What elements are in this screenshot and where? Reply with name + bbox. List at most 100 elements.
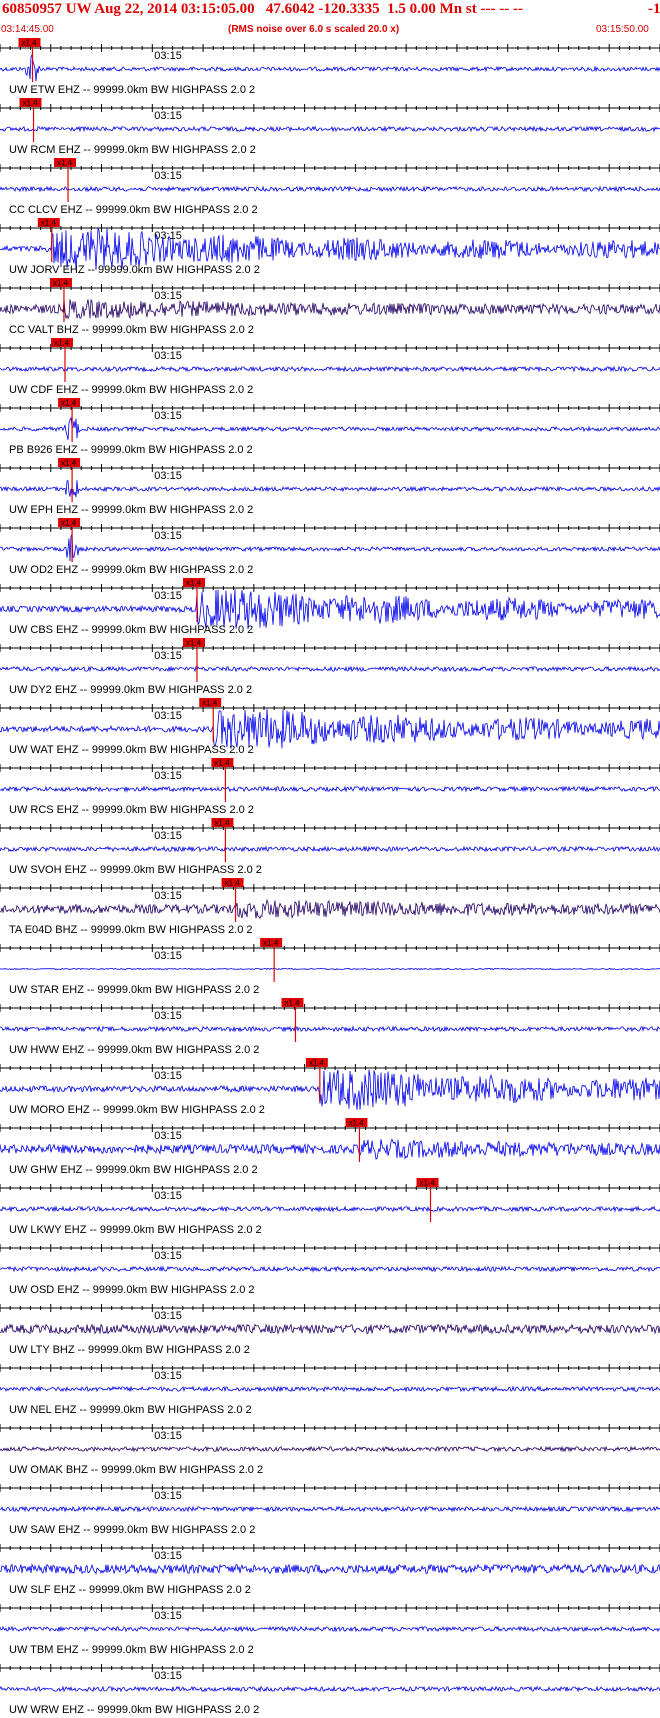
tick-label: 03:15	[154, 770, 182, 782]
trace-row: 03:15 UW RCS EHZ -- 99999.0km BW HIGHPASS…	[0, 758, 660, 816]
waveform	[0, 480, 660, 498]
waveform	[0, 1445, 660, 1453]
waveform	[0, 665, 660, 673]
pick-label: x1.4	[21, 39, 37, 48]
tick-label: 03:15	[154, 1310, 182, 1322]
tick-label: 03:15	[154, 1430, 182, 1442]
trace-row: 03:15 UW DY2 EHZ -- 99999.0km BW HIGHPASS…	[0, 638, 660, 696]
trace-row: 03:15 UW SAW EHZ -- 99999.0km BW HIGHPASS…	[0, 1484, 660, 1536]
trace-label: UW OSD EHZ -- 99999.0km BW HIGHPASS 2.0 …	[9, 1284, 255, 1296]
waveform	[0, 125, 660, 133]
waveform	[0, 1323, 660, 1335]
trace-row: 03:15 UW GHW EHZ -- 99999.0km BW HIGHPASS…	[0, 1118, 660, 1176]
waveform	[0, 845, 660, 853]
tick-label: 03:15	[154, 170, 182, 182]
trace-row: 03:15 UW ETW EHZ -- 99999.0km BW HIGHPASS…	[0, 38, 660, 96]
trace-label: UW LTY BHZ -- 99999.0km BW HIGHPASS 2.0 …	[9, 1344, 250, 1356]
trace-label: UW SVOH EHZ -- 99999.0km BW HIGHPASS 2.0…	[9, 864, 262, 876]
tick-label: 03:15	[154, 1070, 182, 1082]
trace-row: 03:15 UW NEL EHZ -- 99999.0km BW HIGHPASS…	[0, 1364, 660, 1416]
waveform	[0, 1625, 660, 1633]
waveform	[0, 365, 660, 373]
plot-header: 60850957 UW Aug 22, 2014 03:15:05.00 47.…	[0, 0, 660, 40]
trace-row: 03:15 CC VALT BHZ -- 99999.0km BW HIGHPAS…	[0, 278, 660, 336]
trace-label: UW WRW EHZ -- 99999.0km BW HIGHPASS 2.0 …	[9, 1704, 259, 1716]
pick-label: x1.4	[420, 1179, 436, 1188]
pick-label: x1.4	[348, 1119, 364, 1128]
trace-label: UW OD2 EHZ -- 99999.0km BW HIGHPASS 2.0 …	[9, 564, 253, 576]
trace-row: 03:15 UW LTY BHZ -- 99999.0km BW HIGHPASS…	[0, 1304, 660, 1356]
tick-label: 03:15	[154, 1550, 182, 1562]
waveform	[0, 1265, 660, 1273]
tick-label: 03:15	[154, 1490, 182, 1502]
waveform	[0, 53, 660, 82]
tick-label: 03:15	[154, 350, 182, 362]
tick-label: 03:15	[154, 530, 182, 542]
pick-label: x1.4	[23, 99, 39, 108]
trace-row: 03:15 UW CBS EHZ -- 99999.0km BW HIGHPASS…	[0, 578, 660, 636]
tick-label: 03:15	[154, 470, 182, 482]
trace-label: UW WAT EHZ -- 99999.0km BW HIGHPASS 2.0 …	[9, 744, 254, 756]
trace-label: UW SLF EHZ -- 99999.0km BW HIGHPASS 2.0 …	[9, 1584, 251, 1596]
trace-label: UW TBM EHZ -- 99999.0km BW HIGHPASS 2.0 …	[9, 1644, 254, 1656]
trace-label: UW STAR EHZ -- 99999.0km BW HIGHPASS 2.0…	[9, 984, 259, 996]
trace-row: 03:15 UW WRW EHZ -- 99999.0km BW HIGHPASS…	[0, 1664, 660, 1716]
trace-label: UW CBS EHZ -- 99999.0km BW HIGHPASS 2.0 …	[9, 624, 253, 636]
tick-label: 03:15	[154, 1010, 182, 1022]
pick-label: x1.4	[284, 999, 300, 1008]
pick-label: x1.4	[263, 939, 279, 948]
trace-label: UW EPH EHZ -- 99999.0km BW HIGHPASS 2.0 …	[9, 504, 253, 516]
pick-label: x1.4	[309, 1059, 325, 1068]
trace-label: UW NEL EHZ -- 99999.0km BW HIGHPASS 2.0 …	[9, 1404, 252, 1416]
trace-row: 03:15 UW CDF EHZ -- 99999.0km BW HIGHPASS…	[0, 338, 660, 396]
tick-label: 03:15	[154, 1130, 182, 1142]
trace-row: 03:15UW JORV EHZ -- 99999.0km BW HIGHPAS…	[0, 218, 660, 276]
pick-label: x1.4	[41, 219, 57, 228]
trace-label: PB B926 EHZ -- 99999.0km BW HIGHPASS 2.0…	[9, 444, 253, 456]
trace-row: 03:15 CC CLCV EHZ -- 99999.0km BW HIGHPAS…	[0, 158, 660, 216]
trace-row: 03:15 UW TBM EHZ -- 99999.0km BW HIGHPASS…	[0, 1604, 660, 1656]
pick-label: x1.4	[225, 879, 241, 888]
pick-label: x1.4	[57, 159, 73, 168]
waveform	[0, 532, 660, 562]
sequence-number: -1	[648, 1, 660, 17]
tick-label: 03:15	[154, 710, 182, 722]
tick-label: 03:15	[154, 1370, 182, 1382]
tick-label: 03:15	[154, 1610, 182, 1622]
trace-label: UW GHW EHZ -- 99999.0km BW HIGHPASS 2.0 …	[9, 1164, 258, 1176]
trace-row: 03:15 UW OD2 EHZ -- 99999.0km BW HIGHPASS…	[0, 518, 660, 576]
waveform	[0, 1025, 660, 1033]
trace-label: UW MORO EHZ -- 99999.0km BW HIGHPASS 2.0…	[9, 1104, 265, 1116]
trace-label: UW RCM EHZ -- 99999.0km BW HIGHPASS 2.0 …	[9, 144, 256, 156]
waveform	[0, 185, 660, 193]
waveform	[0, 785, 660, 793]
waveform	[0, 1685, 660, 1693]
tick-label: 03:15	[154, 290, 182, 302]
trace-label: UW SAW EHZ -- 99999.0km BW HIGHPASS 2.0 …	[9, 1524, 255, 1536]
trace-label: CC VALT BHZ -- 99999.0km BW HIGHPASS 2.0…	[9, 324, 254, 336]
tick-label: 03:15	[154, 650, 182, 662]
trace-label: UW ETW EHZ -- 99999.0km BW HIGHPASS 2.0 …	[9, 84, 255, 96]
trace-row: 03:15 UW HWW EHZ -- 99999.0km BW HIGHPASS…	[0, 998, 660, 1056]
tick-label: 03:15	[154, 110, 182, 122]
start-time: 03:14:45.00	[1, 24, 54, 35]
tick-label: 03:15	[154, 830, 182, 842]
tick-label: 03:15	[154, 1670, 182, 1682]
trace-row: 03:15 UW OSD EHZ -- 99999.0km BW HIGHPASS…	[0, 1244, 660, 1296]
trace-row: 03:15 PB B926 EHZ -- 99999.0km BW HIGHPAS…	[0, 398, 660, 456]
seismogram-plot: 03:15 UW ETW EHZ -- 99999.0km BW HIGHPASS…	[0, 38, 660, 1716]
trace-label: UW RCS EHZ -- 99999.0km BW HIGHPASS 2.0 …	[9, 804, 254, 816]
trace-row: 03:15 TA E04D BHZ -- 99999.0km BW HIGHPAS…	[0, 878, 660, 936]
waveform	[0, 1205, 660, 1213]
pick-label: x1.4	[202, 699, 218, 708]
waveform	[0, 967, 660, 971]
tick-label: 03:15	[154, 1190, 182, 1202]
trace-label: TA E04D BHZ -- 99999.0km BW HIGHPASS 2.0…	[9, 924, 253, 936]
trace-row: 03:15 UW LKWY EHZ -- 99999.0km BW HIGHPAS…	[0, 1178, 660, 1236]
waveform	[0, 1505, 660, 1513]
waveform	[0, 416, 660, 440]
tick-label: 03:15	[154, 1250, 182, 1262]
waveform	[0, 709, 660, 749]
trace-row: 03:15 UW SLF EHZ -- 99999.0km BW HIGHPASS…	[0, 1544, 660, 1596]
waveform	[0, 898, 660, 920]
